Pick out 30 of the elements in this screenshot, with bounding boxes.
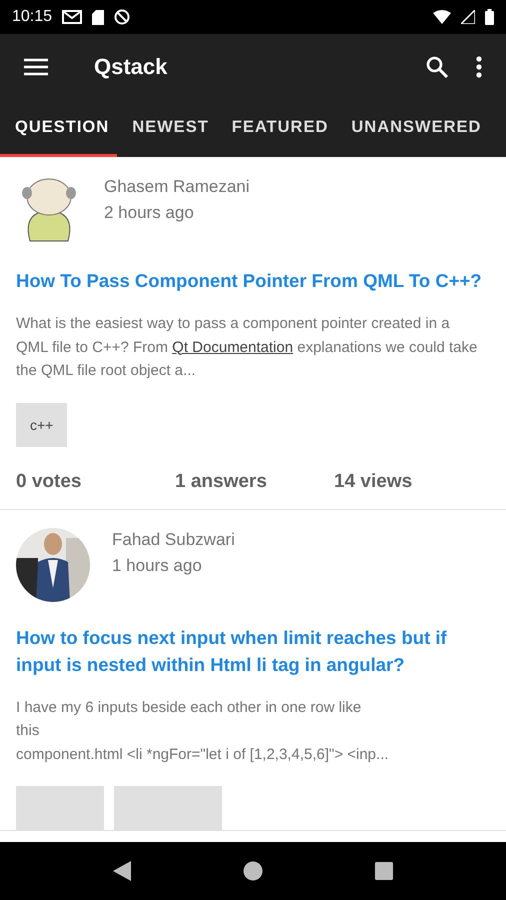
tab[interactable]: QUESTION: [0, 100, 118, 157]
home-icon[interactable]: [243, 861, 263, 881]
sd-card-icon: [92, 10, 104, 24]
battery-icon: [485, 9, 494, 25]
signal-icon: [461, 10, 475, 24]
author-name: Ghasem Ramezani: [104, 177, 250, 197]
back-icon[interactable]: [113, 861, 131, 881]
menu-icon: [24, 58, 48, 76]
question-title[interactable]: How to focus next input when limit reaches but if input is nested within Html li tag in angular?: [16, 624, 490, 678]
documentation-link[interactable]: Qt Documentation: [172, 338, 294, 356]
question-excerpt: I have my 6 inputs beside each other in one row like this component.html <li *ngFor="let i of [1,2,3,4,5,6]"> <inp...: [16, 698, 390, 764]
sync-off-icon: [114, 9, 130, 25]
post-time: 2 hours ago: [104, 203, 195, 223]
more-icon: [476, 56, 482, 78]
tab[interactable]: UNANSWERED: [336, 100, 490, 157]
post-time: 1 hours ago: [112, 556, 203, 576]
answer-count: 1 answers: [175, 470, 268, 492]
app-title: Qstack: [94, 54, 168, 80]
vote-count: 0 votes: [16, 470, 82, 492]
author-name: Fahad Subzwari: [112, 530, 235, 550]
search-icon: [426, 56, 448, 78]
tab[interactable]: FEATURED: [216, 100, 336, 157]
question-excerpt: What is the easiest way to pass a component pointer created in a QML file to C++? From Qt Documentation explanations we could take the QML file root object a...: [16, 314, 478, 381]
tab[interactable]: NEWEST: [117, 100, 217, 157]
question-title[interactable]: How To Pass Component Pointer From QML To C++?: [16, 267, 490, 294]
view-count: 14 views: [334, 470, 414, 492]
status-time: 10:15: [12, 8, 52, 26]
mail-icon: [62, 10, 82, 24]
tag-chip[interactable]: c++: [16, 402, 68, 446]
wifi-icon: [433, 10, 451, 24]
